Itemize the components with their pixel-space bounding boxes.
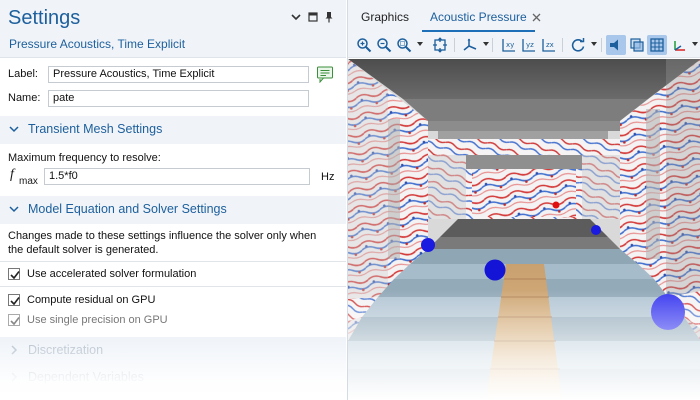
max-frequency-input[interactable]: 1.5*f0 bbox=[44, 168, 310, 185]
section-title: Model Equation and Solver Settings bbox=[28, 202, 227, 216]
checkmark-icon bbox=[10, 271, 20, 280]
yz-view-icon[interactable]: yz bbox=[518, 35, 538, 55]
triad-dropdown-icon[interactable] bbox=[692, 42, 698, 46]
chevron-right-icon bbox=[9, 372, 19, 382]
page-title: Settings bbox=[8, 7, 81, 29]
toolbar-separator bbox=[454, 38, 455, 52]
settings-header: Settings Pressure Acoustics, Time Explic… bbox=[0, 0, 346, 58]
max-frequency-caption: Maximum frequency to resolve: bbox=[8, 152, 161, 164]
source-marker bbox=[591, 225, 601, 235]
graphics-toolbar: xy yz zx bbox=[348, 32, 700, 58]
checkmark-icon bbox=[10, 317, 20, 326]
tab-acoustic-pressure[interactable]: Acoustic Pressure bbox=[422, 0, 535, 32]
pin-icon[interactable] bbox=[323, 11, 335, 23]
settings-panel: Settings Pressure Acoustics, Time Explic… bbox=[0, 0, 346, 400]
grid-icon[interactable] bbox=[647, 35, 667, 55]
close-icon[interactable] bbox=[532, 12, 541, 22]
accelerated-solver-checkbox[interactable] bbox=[8, 268, 20, 280]
zoom-extents-icon[interactable] bbox=[430, 35, 450, 55]
tab-bar: Graphics Acoustic Pressure bbox=[348, 0, 700, 32]
name-caption: Name: bbox=[8, 92, 41, 104]
zoom-in-icon[interactable] bbox=[354, 35, 374, 55]
section-title: Transient Mesh Settings bbox=[28, 122, 163, 136]
svg-text:yz: yz bbox=[526, 41, 534, 49]
svg-text:zx: zx bbox=[546, 41, 554, 49]
fmax-subscript: max bbox=[19, 176, 38, 187]
acoustic-pressure-scene bbox=[348, 59, 700, 400]
axes-orientation-icon[interactable] bbox=[460, 35, 480, 55]
receiver-marker bbox=[552, 201, 560, 209]
zx-view-icon[interactable]: zx bbox=[538, 35, 558, 55]
divider bbox=[0, 261, 346, 262]
section-title: Discretization bbox=[28, 343, 104, 357]
chevron-down-icon bbox=[9, 204, 19, 214]
single-precision-checkbox bbox=[8, 314, 20, 326]
zoom-out-icon[interactable] bbox=[374, 35, 394, 55]
chevron-down-icon bbox=[9, 124, 19, 134]
graphics-panel: Graphics Acoustic Pressure xy yz zx bbox=[347, 0, 700, 400]
rotate-icon[interactable] bbox=[568, 35, 588, 55]
source-marker bbox=[484, 259, 506, 281]
transparency-icon[interactable] bbox=[627, 35, 647, 55]
label-edit-icon[interactable] bbox=[316, 65, 334, 84]
scene-light-icon[interactable] bbox=[606, 35, 626, 55]
single-precision-label: Use single precision on GPU bbox=[27, 314, 168, 326]
graphics-viewport[interactable] bbox=[348, 59, 700, 400]
rotate-dropdown-icon[interactable] bbox=[591, 42, 597, 46]
label-field[interactable]: Pressure Acoustics, Time Explicit bbox=[48, 66, 309, 83]
toolbar-separator bbox=[562, 38, 563, 52]
name-field[interactable]: pate bbox=[48, 90, 309, 107]
xy-view-icon[interactable]: xy bbox=[498, 35, 518, 55]
zoom-box-icon[interactable] bbox=[394, 35, 414, 55]
checkmark-icon bbox=[10, 297, 20, 306]
svg-text:xy: xy bbox=[506, 41, 514, 49]
toolbar-separator bbox=[492, 38, 493, 52]
accelerated-solver-label: Use accelerated solver formulation bbox=[27, 268, 197, 280]
section-model-equation[interactable]: Model Equation and Solver Settings bbox=[0, 196, 346, 224]
chevron-right-icon bbox=[9, 345, 19, 355]
zoom-dropdown-icon[interactable] bbox=[417, 42, 423, 46]
section-transient-mesh[interactable]: Transient Mesh Settings bbox=[0, 116, 346, 144]
node-subtitle: Pressure Acoustics, Time Explicit bbox=[9, 37, 186, 51]
toolbar-separator bbox=[601, 38, 602, 52]
source-marker bbox=[421, 238, 435, 252]
section-discretization[interactable]: Discretization bbox=[0, 337, 346, 365]
view-dropdown-icon[interactable] bbox=[483, 42, 489, 46]
collapse-menu-icon[interactable] bbox=[290, 11, 302, 23]
divider bbox=[0, 286, 346, 287]
solver-note: Changes made to these settings influence… bbox=[8, 230, 317, 256]
label-caption: Label: bbox=[8, 68, 38, 80]
gpu-residual-checkbox[interactable] bbox=[8, 294, 20, 306]
section-title: Dependent Variables bbox=[28, 370, 144, 384]
axis-triad-icon[interactable] bbox=[670, 35, 690, 55]
section-dependent-variables[interactable]: Dependent Variables bbox=[0, 364, 346, 392]
frequency-unit: Hz bbox=[321, 171, 335, 183]
gpu-residual-label: Compute residual on GPU bbox=[27, 294, 156, 306]
fmax-symbol: f bbox=[10, 167, 14, 182]
tab-graphics[interactable]: Graphics bbox=[361, 0, 409, 32]
restore-window-icon[interactable] bbox=[307, 11, 319, 23]
